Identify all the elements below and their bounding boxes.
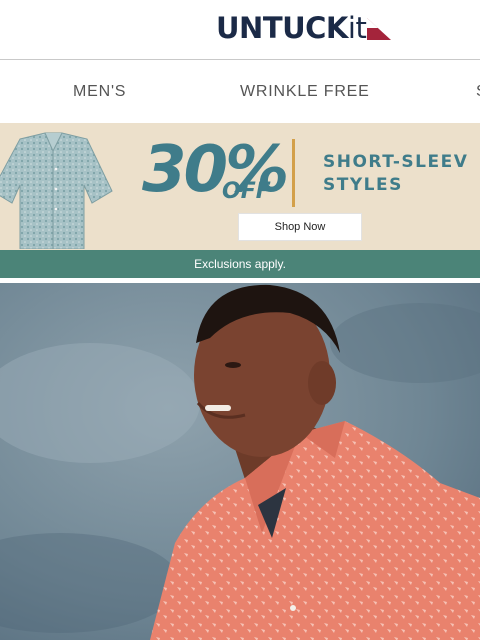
exclusions-banner: Exclusions apply.	[0, 250, 480, 278]
shop-now-button[interactable]: Shop Now	[238, 213, 362, 241]
brand-logo-text: UNTUCKit	[216, 11, 367, 45]
shirt-icon	[0, 132, 113, 249]
nav-item-wrinkle-free[interactable]: WRINKLE FREE	[240, 61, 370, 123]
promo-headline-line2: STYLES	[323, 175, 403, 195]
promo-divider	[292, 139, 295, 207]
hero-image[interactable]	[0, 283, 480, 640]
brand-logo[interactable]: UNTUCKit	[216, 10, 392, 46]
triangle-flag-icon	[367, 18, 392, 40]
promo-off-label: OFF	[222, 179, 271, 204]
site-header: UNTUCKit	[0, 0, 480, 60]
nav-item-mens[interactable]: MEN'S	[73, 61, 126, 123]
nav-item-partial[interactable]: S	[476, 61, 480, 123]
promo-headline-line1: SHORT-SLEEV	[323, 152, 469, 172]
main-nav: MEN'S WRINKLE FREE S	[0, 61, 480, 123]
hero-photo	[0, 283, 480, 640]
